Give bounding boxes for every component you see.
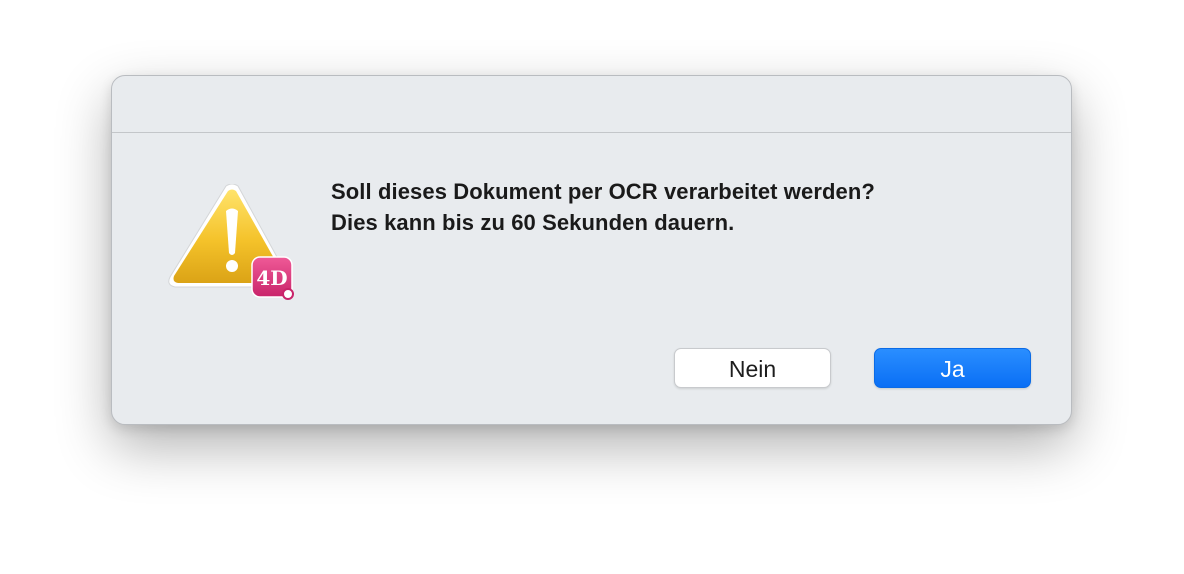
no-button[interactable]: Nein: [674, 348, 831, 388]
alert-dialog: 4D Soll dieses Dokument per OCR verarbei…: [111, 75, 1072, 425]
alert-message: Soll dieses Dokument per OCR verarbeitet…: [331, 176, 1031, 238]
warning-triangle-icon: 4D: [167, 183, 297, 304]
svg-text:4D: 4D: [256, 266, 287, 290]
dialog-titlebar: [112, 76, 1071, 133]
alert-message-line-1: Soll dieses Dokument per OCR verarbeitet…: [331, 179, 875, 204]
alert-message-line-2: Dies kann bis zu 60 Sekunden dauern.: [331, 210, 735, 235]
4d-app-badge-icon: 4D: [251, 256, 294, 300]
yes-button[interactable]: Ja: [874, 348, 1031, 388]
